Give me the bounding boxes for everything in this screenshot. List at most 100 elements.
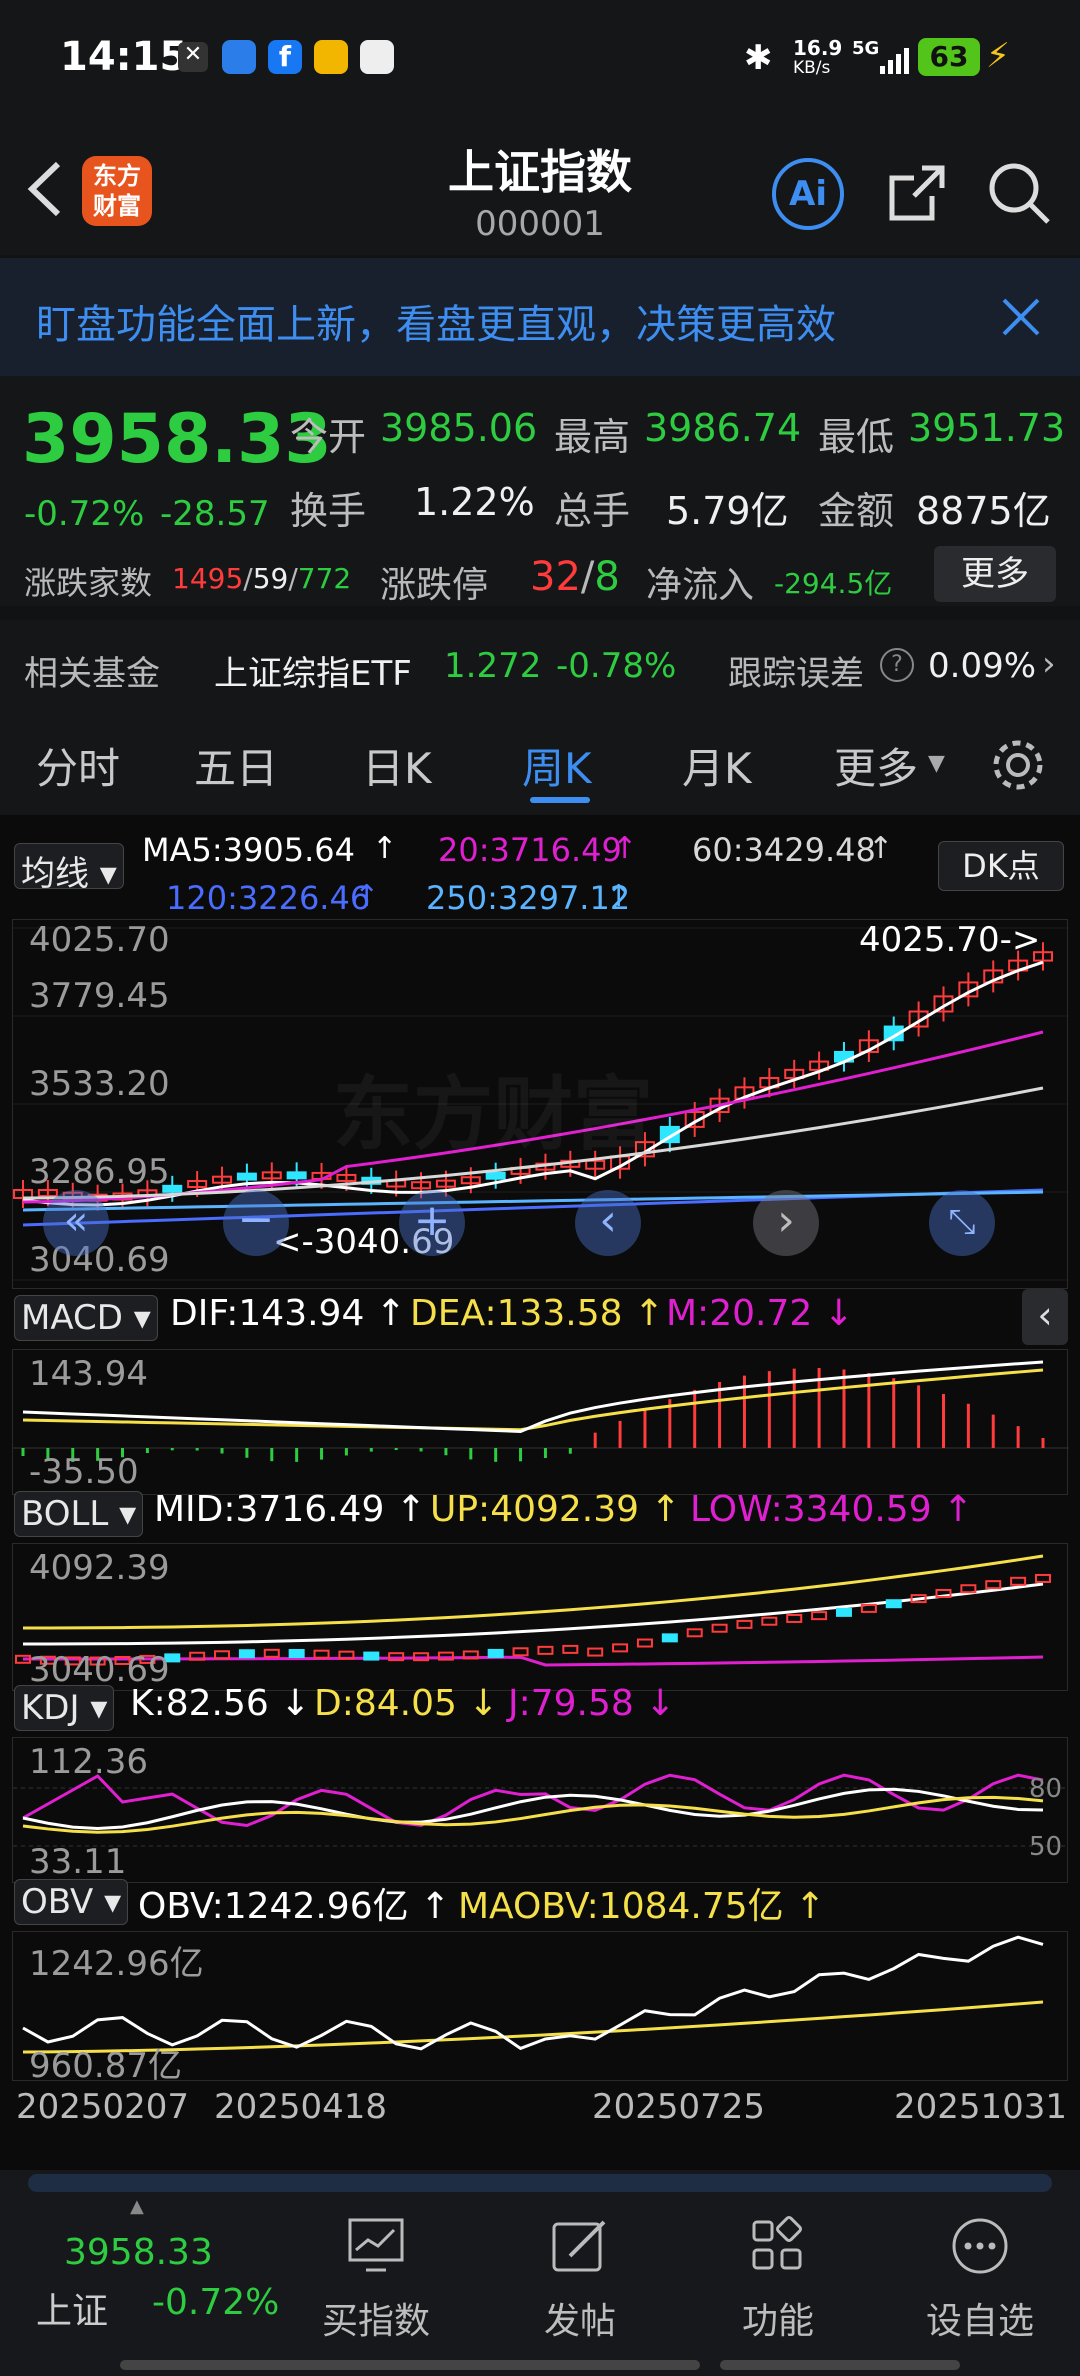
zoom-in-icon[interactable]: + <box>399 1190 465 1256</box>
macd-panel: 143.94 -35.50 <box>12 1349 1069 1495</box>
limit-values: 32/8 <box>530 554 620 600</box>
breadth-label: 涨跌家数 <box>24 564 153 602</box>
boll-candle <box>363 1651 380 1661</box>
ai-button[interactable]: Ai <box>772 158 844 230</box>
dk-point-button[interactable]: DK点 <box>938 841 1064 891</box>
macd-dif-line <box>22 1360 1044 1434</box>
boll-candle <box>537 1645 554 1655</box>
collapse-panel-icon[interactable]: ‹ <box>1022 1289 1068 1345</box>
status-time: 14:15 <box>60 34 188 80</box>
ma20-arrow-icon: ↑ <box>612 831 638 866</box>
battery-level: 63 <box>918 38 980 76</box>
expand-up-icon[interactable]: ▲ <box>130 2196 144 2217</box>
ma-selector-button[interactable]: 均线 ▾ <box>14 843 124 894</box>
nav-post[interactable]: 发帖 <box>530 2196 630 2346</box>
zoom-out-icon[interactable]: − <box>223 1190 289 1256</box>
boll-candle <box>487 1648 504 1658</box>
change-amount: -28.57 <box>160 494 270 534</box>
tab-daily-k[interactable]: 日K <box>362 735 432 796</box>
scroll-left-icon[interactable]: ‹ <box>575 1190 641 1256</box>
boll-candle <box>835 1607 852 1617</box>
nav-add-watchlist[interactable]: 设自选 <box>920 2196 1040 2346</box>
kdj-ref-80: 80 <box>1029 1774 1063 1804</box>
bottom-divider <box>28 2174 1052 2192</box>
boll-candle <box>512 1647 529 1657</box>
kdj-y-bottom: 33.11 <box>29 1842 127 1882</box>
obv-selector-button[interactable]: OBV ▾ <box>14 1879 129 1925</box>
ma60-value: 60:3429.48 <box>692 831 876 869</box>
nav-buy-index-label: 买指数 <box>322 2301 431 2342</box>
candle <box>286 1171 307 1180</box>
boll-selector-button[interactable]: BOLL ▾ <box>14 1491 144 1537</box>
kline-panel[interactable]: 东方财富 4025.70 3779.45 3533.20 3286.95 304… <box>12 919 1069 1289</box>
kdj-selector-button[interactable]: KDJ ▾ <box>14 1685 115 1731</box>
fullscreen-icon[interactable]: ⤡ <box>929 1190 995 1256</box>
kdj-svg <box>13 1773 1069 1847</box>
more-button[interactable]: 更多 <box>934 546 1056 602</box>
kdj-d: D:84.05 ↓ <box>314 1683 499 1724</box>
promo-banner[interactable]: 盯盘功能全面上新，看盘更直观，决策更高效 <box>0 258 1080 376</box>
tab-five-day[interactable]: 五日 <box>194 735 278 796</box>
facebook-icon: f <box>268 40 302 74</box>
boll-candle <box>1035 1573 1051 1583</box>
boll-candle <box>885 1599 902 1609</box>
boll-candle <box>214 1650 231 1660</box>
ma60-arrow-icon: ↑ <box>868 831 894 866</box>
fund-name: 上证综指ETF <box>214 654 412 694</box>
scroll-right-icon[interactable]: › <box>753 1190 819 1256</box>
settings-gear-icon[interactable] <box>990 737 1046 793</box>
boll-candle <box>612 1643 629 1653</box>
boll-candle <box>313 1649 330 1659</box>
search-icon[interactable] <box>986 160 1052 226</box>
obv-y-bottom: 960.87亿 <box>29 2046 182 2086</box>
tab-monthly-k[interactable]: 月K <box>682 735 752 796</box>
tab-intraday[interactable]: 分时 <box>36 735 120 796</box>
net-speed: 16.9 <box>793 36 843 60</box>
boll-candle <box>786 1613 803 1623</box>
amount-label: 金额 <box>818 489 895 533</box>
help-icon[interactable]: ? <box>880 648 914 682</box>
netflow-label: 净流入 <box>646 565 755 606</box>
candle <box>485 1171 506 1180</box>
chart-zone[interactable]: 均线 ▾ MA5:3905.64 ↑ 20:3716.49 ↑ 60:3429.… <box>0 815 1080 2170</box>
nav-buy-index[interactable]: 买指数 <box>316 2196 436 2346</box>
nav-functions[interactable]: 功能 <box>728 2196 828 2346</box>
bottom-index-change: -0.72% <box>152 2282 280 2323</box>
ma120-value: 120:3226.46 <box>166 879 371 917</box>
kdj-y-top: 112.36 <box>29 1742 148 1782</box>
x-label-2: 20250418 <box>214 2087 388 2127</box>
boll-candle <box>686 1628 703 1638</box>
watermark: 东方财富 <box>333 1068 653 1161</box>
kdj-panel: 112.36 33.11 80 50 <box>12 1737 1069 1883</box>
boll-candle <box>661 1633 678 1643</box>
scroll-left-fast-icon[interactable]: « <box>43 1190 109 1256</box>
macd-svg <box>13 1360 1069 1462</box>
related-fund-row[interactable]: 相关基金 上证综指ETF 1.272 -0.78% 跟踪误差 ? 0.09% › <box>0 620 1080 715</box>
top-navigation: 东方财富 上证指数 000001 Ai <box>0 120 1080 255</box>
tab-more[interactable]: 更多 <box>834 735 918 796</box>
x-label-1: 20250207 <box>16 2087 190 2127</box>
network-type: 5G <box>852 38 880 59</box>
more-tab-caret-icon: ▼ <box>928 751 945 776</box>
low-label: 最低 <box>818 415 895 459</box>
tab-weekly-k[interactable]: 周K <box>522 735 592 796</box>
share-icon[interactable] <box>884 160 950 226</box>
boll-candle <box>263 1648 280 1658</box>
ma120-arrow-icon: ↑ <box>354 879 380 914</box>
bottom-index-price: 3958.33 <box>64 2232 213 2273</box>
bluetooth-icon: ✱ <box>744 38 773 78</box>
charging-icon: ⚡ <box>986 36 1010 76</box>
macd-dea-line <box>22 1368 1044 1432</box>
ma5-value: MA5:3905.64 <box>142 831 355 869</box>
close-icon[interactable] <box>998 294 1044 340</box>
kdj-j: J:79.58 ↓ <box>508 1683 676 1724</box>
kline-y-2: 3779.45 <box>29 976 170 1016</box>
volume-value: 5.79亿 <box>666 489 789 533</box>
boll-candle <box>587 1647 604 1657</box>
turnover-label: 换手 <box>290 489 367 533</box>
candle <box>236 1172 257 1181</box>
tracking-label: 跟踪误差 <box>728 654 864 694</box>
macd-selector-button[interactable]: MACD ▾ <box>14 1295 158 1341</box>
kline-y-3: 3533.20 <box>29 1064 170 1104</box>
more-dots-icon <box>952 2218 1008 2274</box>
